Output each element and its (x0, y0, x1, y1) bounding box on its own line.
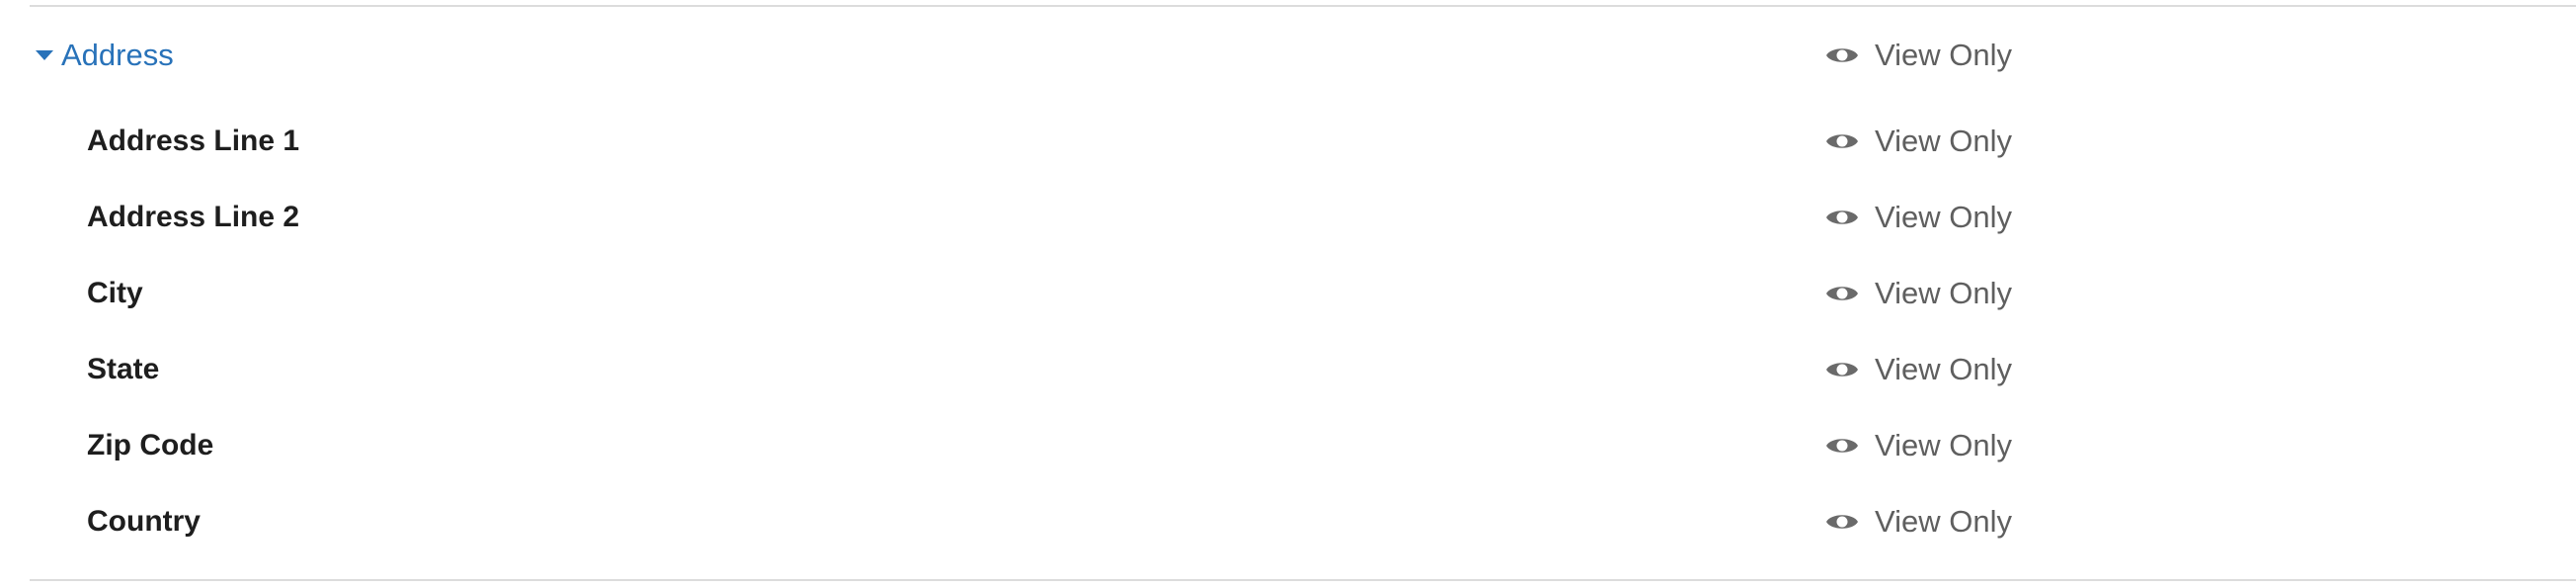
field-permission[interactable]: View Only (1825, 426, 2012, 465)
permission-label: View Only (1875, 124, 2012, 158)
field-permission[interactable]: View Only (1825, 502, 2012, 542)
field-label: Zip Code (87, 429, 214, 461)
permissions-panel: Address View Only Address Line 1 View On… (0, 0, 2576, 587)
field-permission[interactable]: View Only (1825, 122, 2012, 161)
eye-icon (1826, 48, 1858, 62)
field-row-zip-code: Zip Code View Only (30, 416, 2576, 475)
group-permission[interactable]: View Only (1825, 36, 2012, 75)
eye-icon (1826, 515, 1858, 529)
field-row-city: City View Only (30, 264, 2576, 323)
field-label: Address Line 2 (87, 201, 300, 233)
field-label: Country (87, 505, 201, 538)
permission-label: View Only (1875, 38, 2012, 72)
eye-icon (1826, 210, 1858, 224)
group-title: Address (61, 38, 174, 72)
field-row-address-line-2: Address Line 2 View Only (30, 188, 2576, 247)
permission-label: View Only (1875, 276, 2012, 310)
permission-label: View Only (1875, 504, 2012, 539)
permission-label: View Only (1875, 428, 2012, 462)
eye-icon (1826, 363, 1858, 377)
field-row-address-line-1: Address Line 1 View Only (30, 112, 2576, 171)
eye-icon (1826, 439, 1858, 453)
field-permission[interactable]: View Only (1825, 198, 2012, 237)
field-permission[interactable]: View Only (1825, 274, 2012, 313)
field-row-country: Country View Only (30, 492, 2576, 551)
eye-icon (1826, 134, 1858, 148)
permission-label: View Only (1875, 200, 2012, 234)
bottom-divider (30, 579, 2576, 581)
address-group-header: Address View Only (30, 26, 2576, 85)
field-permission[interactable]: View Only (1825, 350, 2012, 389)
field-row-state: State View Only (30, 340, 2576, 399)
eye-icon (1826, 287, 1858, 300)
field-label: State (87, 353, 160, 385)
top-divider (30, 5, 2576, 7)
field-label: Address Line 1 (87, 125, 300, 157)
permission-label: View Only (1875, 352, 2012, 386)
caret-down-icon (36, 50, 53, 60)
field-label: City (87, 277, 143, 309)
address-group-toggle[interactable]: Address (36, 36, 174, 75)
